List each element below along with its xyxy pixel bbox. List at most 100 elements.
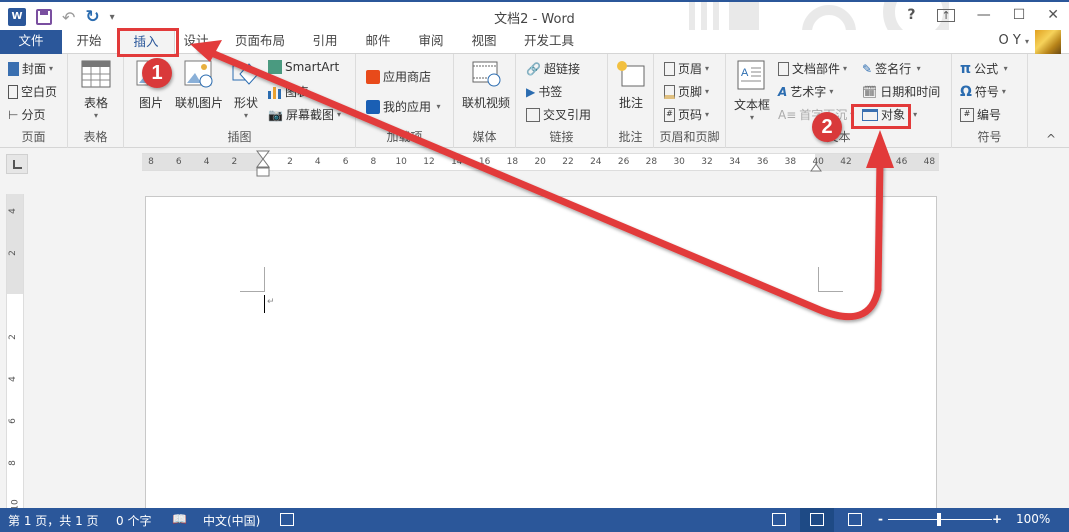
zoom-in-button[interactable]: + [992,512,1002,526]
window-controls: ? ↑ — ☐ ✕ [907,7,1059,23]
zoom-level[interactable]: 100% [1016,512,1050,526]
svg-text:A: A [741,67,749,79]
wordart-icon: A [778,84,788,99]
signature-line-label: 签名行 [875,62,912,76]
tab-home[interactable]: 开始 [64,30,114,54]
ruler-tick-label: 22 [562,157,574,167]
my-apps-button[interactable]: 我的应用 ▾ [366,98,441,115]
online-pictures-label: 联机图片 [174,96,223,110]
ruler-tick-label: 4 [7,376,18,382]
tab-file[interactable]: 文件 [0,30,62,54]
date-time-icon: 🗓 [862,84,878,99]
help-icon[interactable]: ? [907,7,915,23]
number-button[interactable]: # 编号 [960,106,1001,123]
horizontal-ruler[interactable]: 8 6 4 2 2 4 6 8 10 12 14 16 18 20 22 24 26 28 30 32 34 36 38 40… [142,150,939,177]
language[interactable]: 中文(中国) [203,512,260,529]
hyperlink-label: 超链接 [543,62,580,76]
symbol-button[interactable]: Ω 符号 ▾ [960,83,1006,100]
online-pictures-button[interactable]: 联机图片 [172,60,226,111]
group-label-tables: 表格 [83,130,108,144]
tab-mailings[interactable]: 邮件 [358,30,398,54]
page-number-button[interactable]: # 页码 ▾ [664,106,709,123]
ruler-tick-label: 38 [784,157,797,167]
date-time-button[interactable]: 🗓 日期和时间 [862,83,940,100]
screenshot-button[interactable]: 📷 屏幕截图 ▾ [268,106,341,123]
macro-icon[interactable] [280,513,294,526]
ruler-tick-label: 4 [203,157,210,167]
maximize-icon[interactable]: ☐ [1013,7,1026,23]
tab-review[interactable]: 审阅 [411,30,451,54]
page-break-button[interactable]: ⊢ 分页 [8,106,45,123]
avatar[interactable] [1035,30,1061,54]
cover-page-button[interactable]: 封面 ▾ [8,60,53,77]
store-label: 应用商店 [383,70,432,84]
hyperlink-button[interactable]: 🔗 超链接 [526,60,580,77]
chart-button[interactable]: 图表 [268,83,309,100]
ribbon-display-options-icon[interactable]: ↑ [937,8,955,22]
ruler-tick-label: 32 [701,157,713,167]
tab-selector[interactable] [6,154,28,174]
ruler-area: 8 6 4 2 2 4 6 8 10 12 14 16 18 20 22 24 26 28 30 32 34 36 38 40… [0,148,1069,182]
vertical-ruler[interactable]: 4 2 2 4 6 8 10 [6,194,24,514]
header-icon [664,61,675,76]
tab-design[interactable]: 设计 [176,30,216,54]
tab-references[interactable]: 引用 [305,30,345,54]
group-addins: 应用商店 我的应用 ▾ 加载项 [356,54,454,148]
shapes-button[interactable]: 形状 ▾ [228,60,264,120]
comment-button[interactable]: 批注 [614,60,648,111]
ruler-tick-label: 26 [617,157,630,167]
equation-button[interactable]: π 公式 ▾ [960,60,1008,77]
smartart-button[interactable]: SmartArt [268,60,339,74]
group-label-comments: 批注 [618,130,643,144]
shapes-icon [232,63,259,85]
ruler-tick-label: 12 [423,157,435,167]
read-mode-icon[interactable] [772,513,786,526]
header-label: 页眉 [678,62,703,76]
minimize-icon[interactable]: — [977,7,991,23]
tab-view[interactable]: 视图 [464,30,504,54]
ruler-tick-label: 24 [590,157,602,167]
bookmark-icon: ▶ [526,84,536,99]
ruler-tick-label: 10 [395,157,407,167]
ruler-tick-label: 8 [148,157,154,167]
zoom-out-button[interactable]: - [878,512,883,526]
table-button[interactable]: 表格 ▾ [78,60,114,120]
hyperlink-icon: 🔗 [526,61,541,76]
store-button[interactable]: 应用商店 [366,68,431,85]
page-count[interactable]: 第 1 页，共 1 页 [8,512,99,529]
footer-button[interactable]: 页脚 ▾ [664,83,709,100]
document-page[interactable]: ↵ [145,196,937,516]
quick-parts-button[interactable]: 文档部件 ▾ [778,60,847,77]
proofing-icon[interactable]: 📖 [172,512,187,526]
wordart-button[interactable]: A 艺术字 ▾ [778,83,833,100]
ruler-tick-label: 2 [287,157,293,167]
smartart-label: SmartArt [285,60,340,74]
pictures-label: 图片 [138,96,163,110]
online-video-button[interactable]: 联机视频 [458,60,514,111]
page-break-icon: ⊢ [8,107,19,122]
crop-mark-right [818,267,843,292]
blank-page-button[interactable]: 空白页 [8,83,57,100]
tab-developer[interactable]: 开发工具 [515,30,583,54]
header-button[interactable]: 页眉 ▾ [664,60,709,77]
word-count[interactable]: 0 个字 [116,512,151,529]
print-layout-button[interactable] [800,508,834,532]
web-layout-icon[interactable] [848,513,862,526]
status-bar: 第 1 页，共 1 页 0 个字 📖 中文(中国) - + 100% [0,508,1069,532]
signature-line-button[interactable]: ✎ 签名行 ▾ [862,60,921,77]
close-icon[interactable]: ✕ [1047,7,1059,23]
text-box-button[interactable]: A 文本框 ▾ [730,60,774,122]
my-apps-icon [366,99,380,114]
drop-cap-icon: A≡ [778,107,797,122]
collapse-ribbon-button[interactable]: ^ [1046,132,1056,146]
indent-marker[interactable] [256,150,270,180]
tab-page-layout[interactable]: 页面布局 [228,30,292,54]
online-pictures-icon [184,60,213,88]
zoom-slider-thumb[interactable] [937,513,941,526]
user-account[interactable]: O Y ▾ [999,33,1029,48]
ruler-tick-label: 4 [7,208,18,214]
bookmark-button[interactable]: ▶ 书签 [526,83,562,100]
ruler-tick-label: 14 [451,157,463,167]
text-box-icon: A [737,60,765,90]
cross-reference-button[interactable]: 交叉引用 [526,106,591,123]
